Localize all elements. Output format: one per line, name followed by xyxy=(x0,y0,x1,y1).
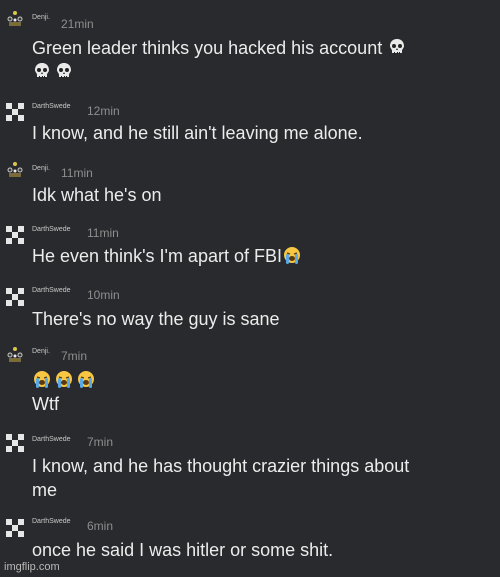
message-emoji-line xyxy=(32,368,98,392)
message-item: Denji. 11min Idk what he's on xyxy=(0,155,500,215)
message-timestamp: 12min xyxy=(87,104,120,118)
message-timestamp: 21min xyxy=(61,17,94,31)
loudly-crying-emoji xyxy=(32,369,52,389)
message-text: me xyxy=(32,480,58,500)
message-text: I know, and he still ain't leaving me al… xyxy=(32,123,363,143)
message-item: Denji. 21min Green leader thinks you hac… xyxy=(0,0,500,90)
skull-emoji xyxy=(54,61,74,81)
message-item: DarthSwede 10min There's no way the guy … xyxy=(0,282,500,342)
message-text: Idk what he's on xyxy=(32,185,162,205)
message-author[interactable]: DarthSwede xyxy=(32,226,71,233)
message-text: There's no way the guy is sane xyxy=(32,309,280,329)
cake-avatar-icon[interactable] xyxy=(6,346,24,364)
message-timestamp: 10min xyxy=(87,288,120,302)
message-author[interactable]: DarthSwede xyxy=(32,518,71,525)
checker-avatar-icon[interactable] xyxy=(6,226,24,244)
imgflip-watermark: imgflip.com xyxy=(4,561,60,573)
message-text: Green leader thinks you hacked his accou… xyxy=(32,36,409,60)
message-item: DarthSwede 7min I know, and he has thoug… xyxy=(0,428,500,508)
message-author[interactable]: DarthSwede xyxy=(32,287,71,294)
message-author[interactable]: Denji. xyxy=(32,165,50,172)
message-author[interactable]: DarthSwede xyxy=(32,436,71,443)
message-text-line: He even think's I'm apart of FBI xyxy=(32,246,282,266)
loudly-crying-emoji xyxy=(282,245,302,265)
message-text: He even think's I'm apart of FBI xyxy=(32,244,304,268)
message-emoji-line xyxy=(32,60,76,84)
message-author[interactable]: Denji. xyxy=(32,14,50,21)
message-item: Denji. 7min Wtf xyxy=(0,344,500,424)
cake-avatar-icon[interactable] xyxy=(6,10,24,28)
checker-avatar-icon[interactable] xyxy=(6,519,24,537)
message-timestamp: 7min xyxy=(87,435,114,449)
message-text: once he said I was hitler or some shit. xyxy=(32,540,334,560)
message-timestamp: 11min xyxy=(61,166,93,180)
checker-avatar-icon[interactable] xyxy=(6,434,24,452)
skull-emoji xyxy=(387,37,407,57)
cake-avatar-icon[interactable] xyxy=(6,161,24,179)
skull-emoji xyxy=(32,61,52,81)
loudly-crying-emoji xyxy=(76,369,96,389)
message-text: Wtf xyxy=(32,394,59,414)
message-timestamp: 7min xyxy=(61,349,88,363)
checker-avatar-icon[interactable] xyxy=(6,103,24,121)
message-text: I know, and he has thought crazier thing… xyxy=(32,456,410,476)
loudly-crying-emoji xyxy=(54,369,74,389)
message-timestamp: 11min xyxy=(87,226,119,240)
message-author[interactable]: Denji. xyxy=(32,348,50,355)
message-author[interactable]: DarthSwede xyxy=(32,103,71,110)
message-item: DarthSwede 12min I know, and he still ai… xyxy=(0,95,500,155)
message-timestamp: 6min xyxy=(87,519,114,533)
message-text-line: Green leader thinks you hacked his accou… xyxy=(32,38,383,58)
message-item: DarthSwede 11min He even think's I'm apa… xyxy=(0,220,500,280)
message-item: DarthSwede 6min once he said I was hitle… xyxy=(0,513,500,573)
checker-avatar-icon[interactable] xyxy=(6,288,24,306)
